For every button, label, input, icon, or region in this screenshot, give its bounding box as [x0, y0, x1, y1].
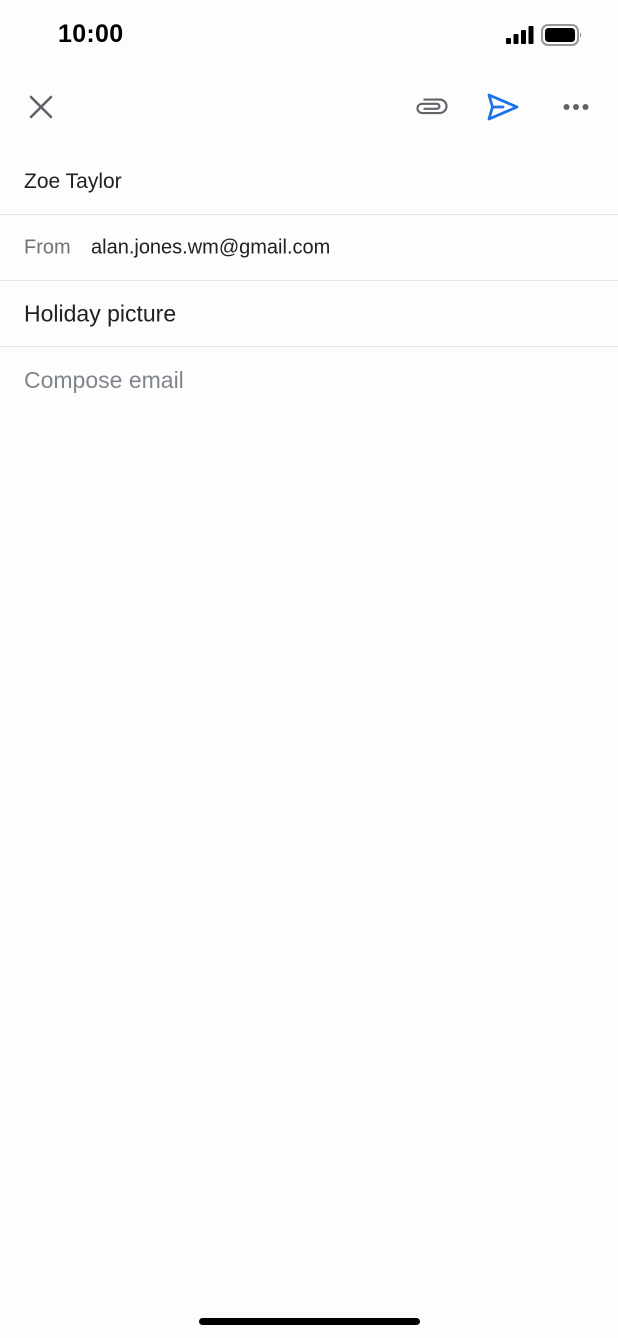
attach-button[interactable] — [410, 82, 454, 132]
from-label: From — [24, 236, 71, 258]
compose-toolbar — [0, 82, 618, 132]
send-icon — [487, 93, 519, 121]
from-field-row[interactable]: From alan.jones.wm@gmail.com — [0, 215, 618, 281]
cellular-signal-icon — [506, 26, 534, 44]
subject-input[interactable]: Holiday picture — [24, 300, 176, 327]
to-recipient[interactable]: Zoe Taylor — [24, 170, 122, 194]
more-options-button[interactable] — [554, 82, 598, 132]
from-address[interactable]: alan.jones.wm@gmail.com — [91, 236, 330, 259]
status-time: 10:00 — [58, 20, 124, 48]
send-button[interactable] — [481, 82, 525, 132]
email-body-area[interactable]: Compose email — [0, 347, 618, 1247]
subject-field-row[interactable]: Holiday picture — [0, 281, 618, 347]
to-field-row[interactable]: Zoe Taylor — [0, 150, 618, 215]
status-bar: 10:00 — [0, 0, 618, 70]
compose-body-input[interactable]: Compose email — [24, 367, 184, 394]
more-horizontal-icon — [563, 104, 589, 110]
close-icon — [29, 95, 53, 119]
battery-icon — [541, 24, 582, 46]
home-indicator[interactable] — [199, 1318, 420, 1325]
paperclip-icon — [416, 98, 448, 115]
close-button[interactable] — [19, 82, 63, 132]
